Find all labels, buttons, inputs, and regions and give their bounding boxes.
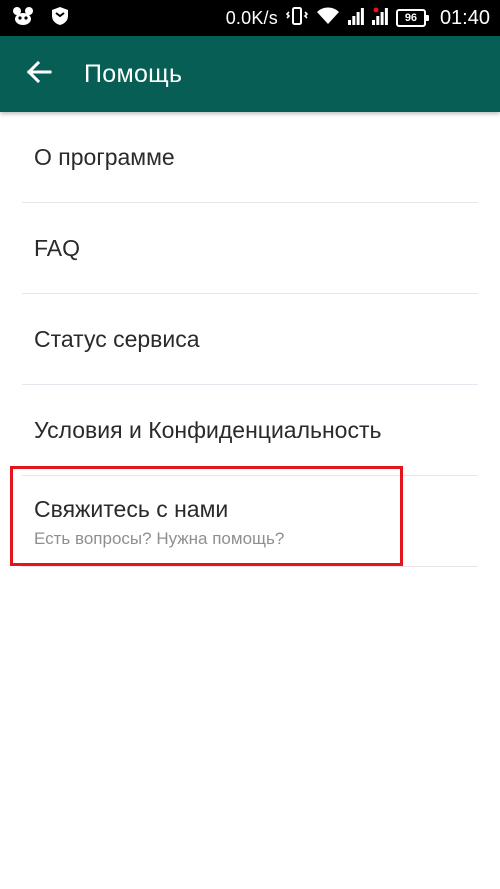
- menu-item-label: Статус сервиса: [34, 326, 200, 352]
- menu-item-label: Свяжитесь с нами: [34, 496, 229, 522]
- menu-item-about[interactable]: О программе: [0, 112, 500, 203]
- signal-icon: [371, 7, 388, 30]
- notification-app-icon: [12, 6, 34, 31]
- shield-icon: [50, 6, 70, 31]
- menu-item-contact-us[interactable]: Свяжитесь с нами Есть вопросы? Нужна пом…: [0, 476, 500, 567]
- menu-item-label: FAQ: [34, 235, 81, 261]
- menu-item-service-status[interactable]: Статус сервиса: [0, 294, 500, 385]
- status-bar: 0.0K/s 96 01:40: [0, 0, 500, 36]
- menu-item-label: О программе: [34, 144, 175, 170]
- back-button[interactable]: [13, 48, 65, 100]
- signal-icon: [347, 7, 364, 30]
- menu-item-faq[interactable]: FAQ: [0, 203, 500, 294]
- help-menu-list: О программе FAQ Статус сервиса Условия и…: [0, 112, 500, 567]
- menu-item-sublabel: Есть вопросы? Нужна помощь?: [34, 529, 285, 548]
- wifi-icon: [316, 7, 340, 30]
- network-speed: 0.0K/s: [225, 7, 278, 28]
- vibrate-icon: [285, 6, 309, 31]
- status-clock: 01:40: [439, 6, 490, 29]
- status-right-icons: 0.0K/s 96 01:40: [226, 6, 490, 31]
- menu-item-label: Условия и Конфиденциальность: [34, 417, 382, 443]
- page-title: Помощь: [84, 59, 183, 88]
- battery-level: 96: [404, 12, 418, 24]
- battery-icon: 96: [395, 9, 429, 27]
- back-arrow-icon: [26, 60, 52, 89]
- menu-item-terms-privacy[interactable]: Условия и Конфиденциальность: [0, 385, 500, 476]
- app-bar: Помощь: [0, 36, 500, 112]
- status-left-icons: [12, 6, 70, 31]
